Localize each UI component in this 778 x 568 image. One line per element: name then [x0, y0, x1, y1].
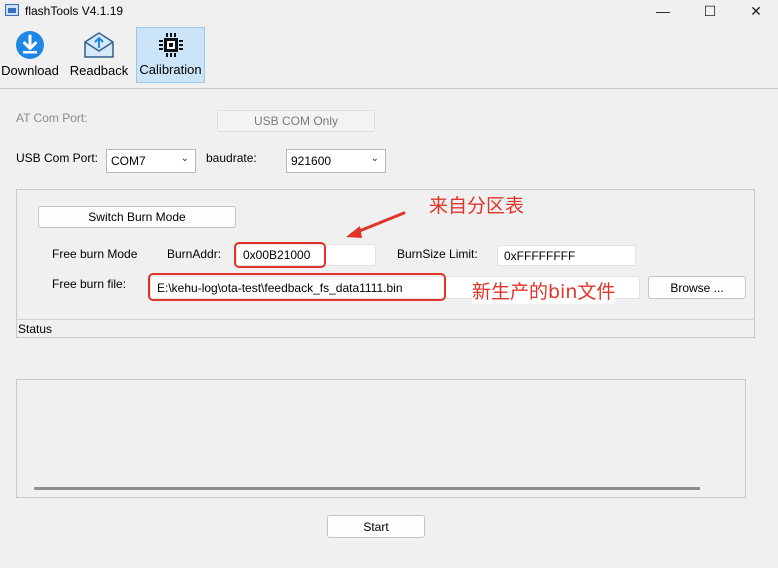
usb-com-port-value: COM7 [111, 154, 146, 168]
toolbar-readback-button[interactable]: Readback [68, 27, 130, 83]
toolbar-download-button[interactable]: Download [0, 27, 60, 83]
baudrate-select[interactable]: 921600 ⌄ [286, 149, 386, 173]
status-divider [17, 319, 755, 320]
download-icon [16, 31, 44, 59]
toolbar-download-label: Download [1, 63, 59, 78]
log-output-area[interactable] [16, 379, 746, 498]
burn-file-highlight [148, 273, 446, 301]
maximize-button[interactable]: ☐ [687, 0, 733, 22]
burn-addr-label: BurnAddr: [167, 247, 222, 261]
burn-size-limit-label: BurnSize Limit: [397, 247, 478, 261]
window-title: flashTools V4.1.19 [25, 4, 124, 18]
burn-addr-highlight [234, 242, 326, 268]
readback-icon [84, 32, 114, 58]
start-button[interactable]: Start [327, 515, 425, 538]
chip-icon [158, 33, 183, 57]
baudrate-value: 921600 [291, 154, 332, 168]
title-bar: flashTools V4.1.19 — ☐ ✕ [0, 0, 778, 22]
baudrate-label: baudrate: [206, 151, 257, 165]
chevron-down-icon: ⌄ [180, 153, 189, 164]
burn-size-limit-value: 0xFFFFFFFF [504, 248, 576, 263]
free-burn-file-label: Free burn file: [52, 277, 127, 291]
toolbar-calibration-label: Calibration [139, 62, 202, 77]
addr-annotation-text: 来自分区表 [429, 195, 525, 217]
free-burn-mode-label: Free burn Mode [52, 247, 138, 261]
file-annotation-text: 新生产的bin文件 [472, 277, 616, 304]
horizontal-scrollbar[interactable] [34, 487, 700, 490]
minimize-button[interactable]: — [640, 0, 686, 22]
toolbar-readback-label: Readback [69, 63, 129, 78]
status-label: Status [18, 322, 53, 336]
at-com-port-label: AT Com Port: [16, 111, 88, 125]
usb-com-port-select[interactable]: COM7 ⌄ [106, 149, 196, 173]
toolbar-calibration-button[interactable]: Calibration [136, 27, 205, 83]
usb-com-only-button[interactable]: USB COM Only [217, 110, 375, 132]
toolbar: Download Readback Calibration [0, 22, 778, 86]
close-button[interactable]: ✕ [733, 0, 778, 22]
chevron-down-icon: ⌄ [370, 153, 379, 164]
switch-burn-mode-button[interactable]: Switch Burn Mode [38, 206, 236, 228]
toolbar-divider [0, 88, 778, 89]
app-icon [5, 4, 19, 16]
browse-button[interactable]: Browse ... [648, 276, 746, 299]
usb-com-port-label: USB Com Port: [16, 151, 99, 165]
annotation-arrow [346, 211, 406, 238]
burn-size-limit-field[interactable]: 0xFFFFFFFF [497, 245, 636, 266]
